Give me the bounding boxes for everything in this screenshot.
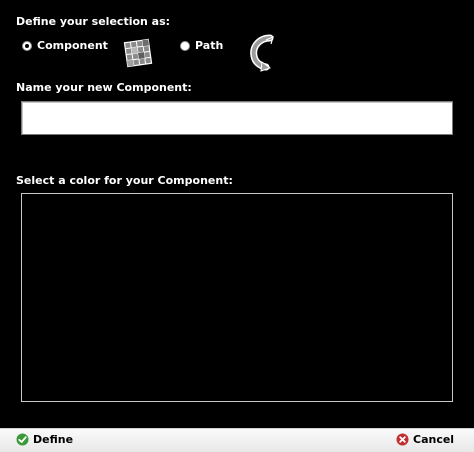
x-circle-icon [396, 433, 409, 446]
footer-bar: Define Cancel [0, 428, 474, 452]
component-radio-button[interactable] [22, 40, 32, 51]
path-radio-option[interactable]: Path [180, 39, 223, 52]
component-grid-icon [121, 36, 155, 74]
cancel-button[interactable]: Cancel [396, 433, 454, 446]
component-name-label: Name your new Component: [16, 81, 192, 94]
component-name-input[interactable] [21, 101, 453, 135]
selection-heading: Define your selection as: [16, 15, 171, 28]
component-radio-option[interactable]: Component [22, 39, 108, 52]
color-select-label: Select a color for your Component: [16, 174, 233, 187]
define-button[interactable]: Define [16, 433, 73, 446]
cancel-button-label: Cancel [413, 433, 455, 446]
component-radio-label: Component [37, 39, 108, 52]
path-radio-button[interactable] [180, 40, 190, 51]
path-radio-label: Path [195, 39, 224, 52]
path-curve-icon [246, 34, 278, 76]
define-button-label: Define [33, 433, 74, 446]
check-circle-icon [16, 433, 29, 446]
color-picker-area[interactable] [21, 193, 453, 402]
